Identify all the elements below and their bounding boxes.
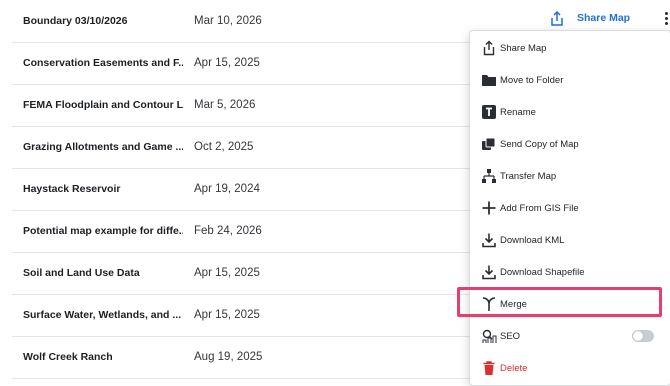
map-name[interactable]: Boundary 03/10/2026 <box>23 15 183 27</box>
map-date: Mar 10, 2026 <box>194 15 262 27</box>
plus-icon <box>482 201 496 215</box>
map-date: Mar 5, 2026 <box>194 99 256 111</box>
trash-icon <box>483 361 495 375</box>
merge-highlight-box <box>457 287 662 317</box>
menu-item-delete[interactable]: Delete <box>470 353 670 383</box>
map-actions-menu: Share Map Move to Folder Rename Send Cop… <box>469 30 670 386</box>
seo-icon <box>482 329 497 343</box>
transfer-icon <box>482 169 496 183</box>
menu-item-label: SEO <box>500 330 521 342</box>
menu-item-label: Move to Folder <box>500 74 564 86</box>
map-date: Aug 19, 2025 <box>194 351 263 363</box>
toggle-knob <box>633 331 643 341</box>
map-date: Oct 2, 2025 <box>194 141 254 153</box>
menu-item-label: Rename <box>500 106 536 118</box>
seo-toggle[interactable] <box>632 330 654 342</box>
menu-item-move-to-folder[interactable]: Move to Folder <box>470 65 670 95</box>
map-name[interactable]: Wolf Creek Ranch <box>23 351 183 363</box>
map-name[interactable]: Grazing Allotments and Game ... <box>23 141 183 153</box>
map-name[interactable]: Haystack Reservoir <box>23 183 183 195</box>
share-icon <box>483 40 495 56</box>
menu-item-label: Download Shapefile <box>500 266 585 278</box>
folder-icon <box>482 75 496 86</box>
menu-item-download-kml[interactable]: Download KML <box>470 225 670 255</box>
rename-icon <box>482 105 496 119</box>
menu-item-transfer-map[interactable]: Transfer Map <box>470 161 670 191</box>
map-name[interactable]: Soil and Land Use Data <box>23 267 183 279</box>
menu-item-label: Send Copy of Map <box>500 138 579 150</box>
menu-item-label: Delete <box>500 362 528 374</box>
map-date: Apr 15, 2025 <box>194 309 260 321</box>
download-icon <box>482 233 496 248</box>
map-name[interactable]: Potential map example for diffe... <box>23 225 183 237</box>
menu-item-seo[interactable]: SEO <box>470 321 670 351</box>
kebab-icon[interactable] <box>662 10 670 28</box>
download-icon <box>482 265 496 280</box>
menu-item-label: Transfer Map <box>500 170 557 182</box>
map-name[interactable]: Conservation Easements and F... <box>23 57 183 69</box>
map-date: Apr 19, 2024 <box>194 183 260 195</box>
map-name[interactable]: Surface Water, Wetlands, and ... <box>23 309 183 321</box>
map-date: Apr 15, 2025 <box>194 57 260 69</box>
share-icon[interactable] <box>550 11 564 27</box>
menu-item-rename[interactable]: Rename <box>470 97 670 127</box>
menu-item-label: Download KML <box>500 234 565 246</box>
map-date: Feb 24, 2026 <box>194 225 262 237</box>
map-date: Apr 15, 2025 <box>194 267 260 279</box>
menu-item-label: Share Map <box>500 42 547 54</box>
menu-item-send-copy[interactable]: Send Copy of Map <box>470 129 670 159</box>
send-copy-icon <box>482 137 496 150</box>
menu-item-share-map[interactable]: Share Map <box>470 33 670 63</box>
map-name[interactable]: FEMA Floodplain and Contour L... <box>23 99 183 111</box>
menu-item-add-from-gis[interactable]: Add From GIS File <box>470 193 670 223</box>
menu-item-download-shapefile[interactable]: Download Shapefile <box>470 257 670 287</box>
share-map-button[interactable]: Share Map <box>577 12 630 24</box>
menu-item-label: Add From GIS File <box>500 202 579 214</box>
